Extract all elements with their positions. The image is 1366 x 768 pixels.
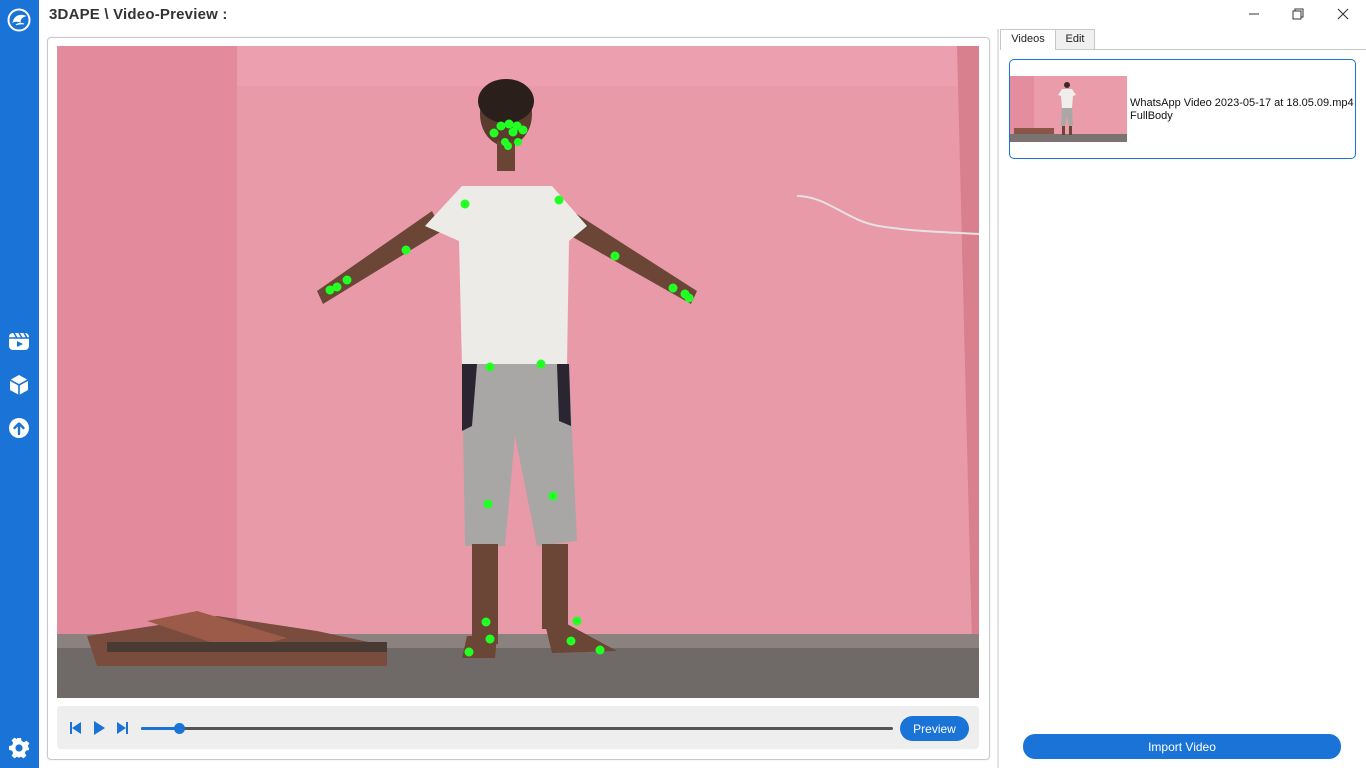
step-back-icon[interactable] <box>68 720 84 736</box>
close-icon[interactable] <box>1328 4 1358 24</box>
sidebar <box>0 0 39 768</box>
seek-slider[interactable] <box>141 723 893 734</box>
video-frame[interactable] <box>57 46 979 698</box>
cube-icon[interactable] <box>7 373 31 397</box>
tab-edit[interactable]: Edit <box>1055 29 1095 49</box>
video-reel-icon[interactable] <box>7 329 31 353</box>
video-name: WhatsApp Video 2023-05-17 at 18.05.09.mp… <box>1130 97 1354 109</box>
app-logo-icon[interactable] <box>7 8 31 32</box>
playback-controls: Preview <box>57 706 979 749</box>
right-tabs: Videos Edit <box>1000 29 1366 50</box>
settings-gear-icon[interactable] <box>7 736 31 760</box>
minimize-icon[interactable] <box>1239 4 1269 24</box>
video-thumbnail <box>1010 76 1127 142</box>
preview-button[interactable]: Preview <box>900 716 969 741</box>
upload-icon[interactable] <box>7 416 31 440</box>
step-forward-icon[interactable] <box>114 720 130 736</box>
import-video-button[interactable]: Import Video <box>1023 734 1341 759</box>
video-type: FullBody <box>1130 110 1173 122</box>
video-list-item[interactable]: WhatsApp Video 2023-05-17 at 18.05.09.mp… <box>1009 59 1356 159</box>
tab-videos[interactable]: Videos <box>1000 29 1056 50</box>
seek-thumb[interactable] <box>173 723 185 734</box>
play-icon[interactable] <box>91 720 107 736</box>
restore-icon[interactable] <box>1283 4 1313 24</box>
window-title: 3DAPE \ Video-Preview : <box>49 6 228 23</box>
panel-divider <box>997 29 999 768</box>
seek-progress <box>141 727 179 730</box>
